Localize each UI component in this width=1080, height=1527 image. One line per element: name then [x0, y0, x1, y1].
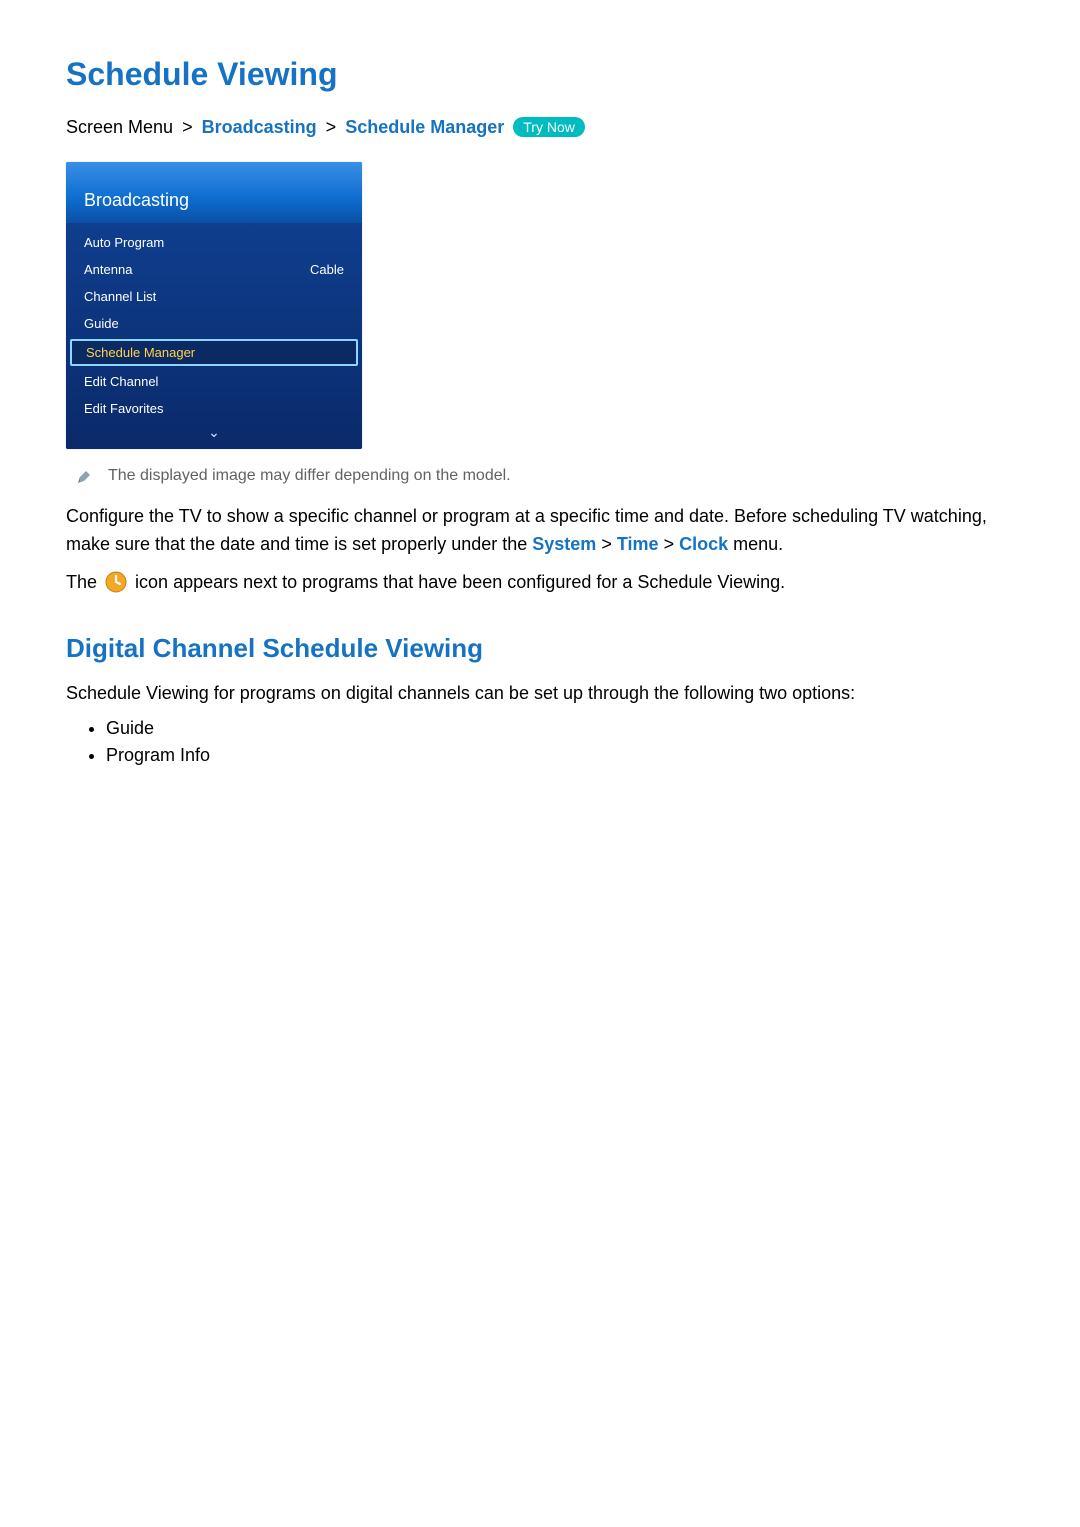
tv-item-auto-program[interactable]: Auto Program [66, 229, 362, 256]
para-configure: Configure the TV to show a specific chan… [66, 503, 1020, 559]
tv-item-guide[interactable]: Guide [66, 310, 362, 337]
tv-item-label: Guide [84, 316, 119, 331]
tv-item-edit-favorites[interactable]: Edit Favorites [66, 395, 362, 422]
para-text: The [66, 572, 102, 592]
tv-item-channel-list[interactable]: Channel List [66, 283, 362, 310]
breadcrumb: Screen Menu > Broadcasting > Schedule Ma… [66, 117, 1020, 138]
breadcrumb-root: Screen Menu [66, 117, 173, 137]
tv-menu-body: Auto Program Antenna Cable Channel List … [66, 223, 362, 449]
list-item: Program Info [106, 745, 1020, 766]
chevron-down-icon[interactable]: ⌄ [66, 422, 362, 449]
nav-time[interactable]: Time [617, 534, 659, 554]
nav-system[interactable]: System [532, 534, 596, 554]
breadcrumb-sep: > [182, 117, 193, 137]
tv-item-label: Antenna [84, 262, 132, 277]
tv-menu-header: Broadcasting [66, 162, 362, 223]
tv-item-label: Edit Favorites [84, 401, 163, 416]
nav-sep: > [664, 534, 675, 554]
para-text: icon appears next to programs that have … [135, 572, 785, 592]
clock-icon [105, 571, 127, 593]
tv-item-label: Auto Program [84, 235, 164, 250]
section-digital-channel-title: Digital Channel Schedule Viewing [66, 633, 1020, 664]
tv-item-antenna[interactable]: Antenna Cable [66, 256, 362, 283]
page-title: Schedule Viewing [66, 56, 1020, 93]
model-differ-note: The displayed image may differ depending… [108, 467, 511, 485]
tv-item-label: Edit Channel [84, 374, 158, 389]
section-digital-channel-intro: Schedule Viewing for programs on digital… [66, 680, 1020, 708]
pencil-icon [76, 469, 92, 485]
breadcrumb-schedule-manager[interactable]: Schedule Manager [345, 117, 504, 137]
nav-sep: > [601, 534, 612, 554]
para-text: menu. [728, 534, 783, 554]
tv-item-label: Schedule Manager [86, 345, 195, 360]
options-list: Guide Program Info [66, 718, 1020, 766]
tv-item-label: Channel List [84, 289, 156, 304]
para-text: Configure the TV to show a specific chan… [66, 506, 987, 554]
list-item: Guide [106, 718, 1020, 739]
para-icon-appears: The icon appears next to programs that h… [66, 569, 1020, 597]
tv-item-schedule-manager[interactable]: Schedule Manager [70, 339, 358, 366]
tv-item-edit-channel[interactable]: Edit Channel [66, 368, 362, 395]
nav-clock[interactable]: Clock [679, 534, 728, 554]
breadcrumb-sep: > [326, 117, 337, 137]
tv-item-value: Cable [310, 262, 344, 277]
tv-menu-panel: Broadcasting Auto Program Antenna Cable … [66, 162, 362, 449]
try-now-button[interactable]: Try Now [513, 117, 585, 137]
breadcrumb-broadcasting[interactable]: Broadcasting [202, 117, 317, 137]
